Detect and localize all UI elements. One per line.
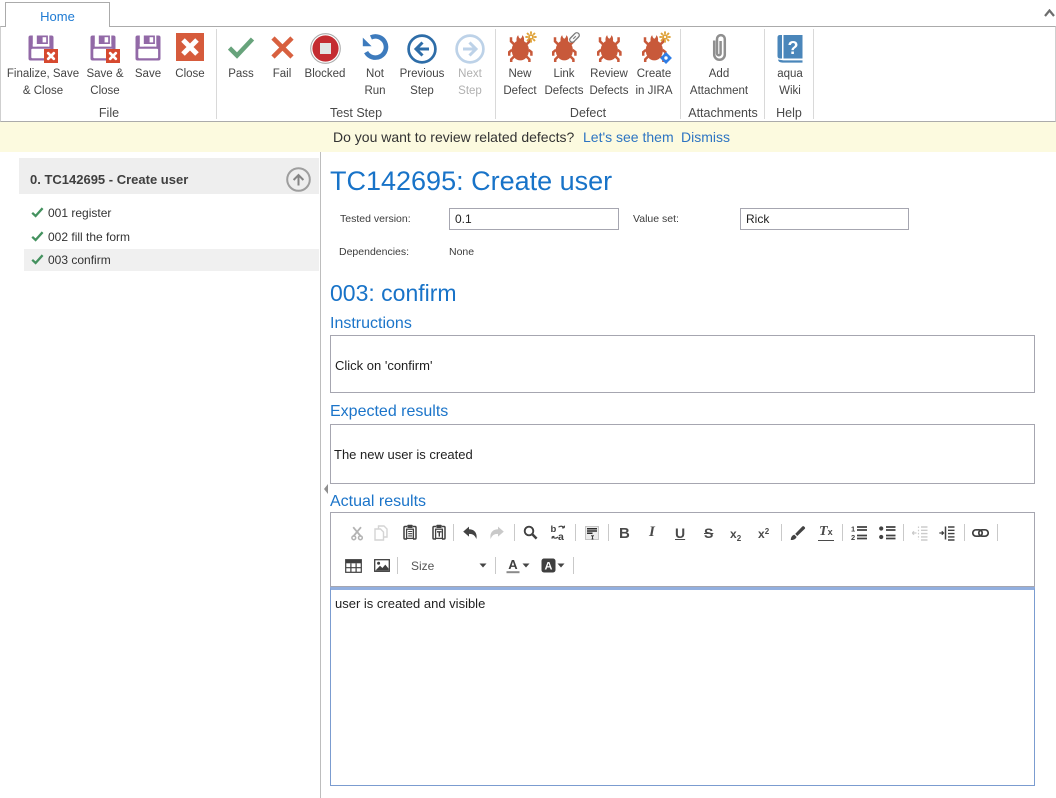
svg-text:b: b [551,524,557,535]
svg-text:2: 2 [851,533,855,541]
svg-text:a: a [558,531,564,541]
svg-text:?: ? [788,38,799,58]
svg-text:A: A [545,561,553,573]
svg-text:A: A [508,557,518,572]
